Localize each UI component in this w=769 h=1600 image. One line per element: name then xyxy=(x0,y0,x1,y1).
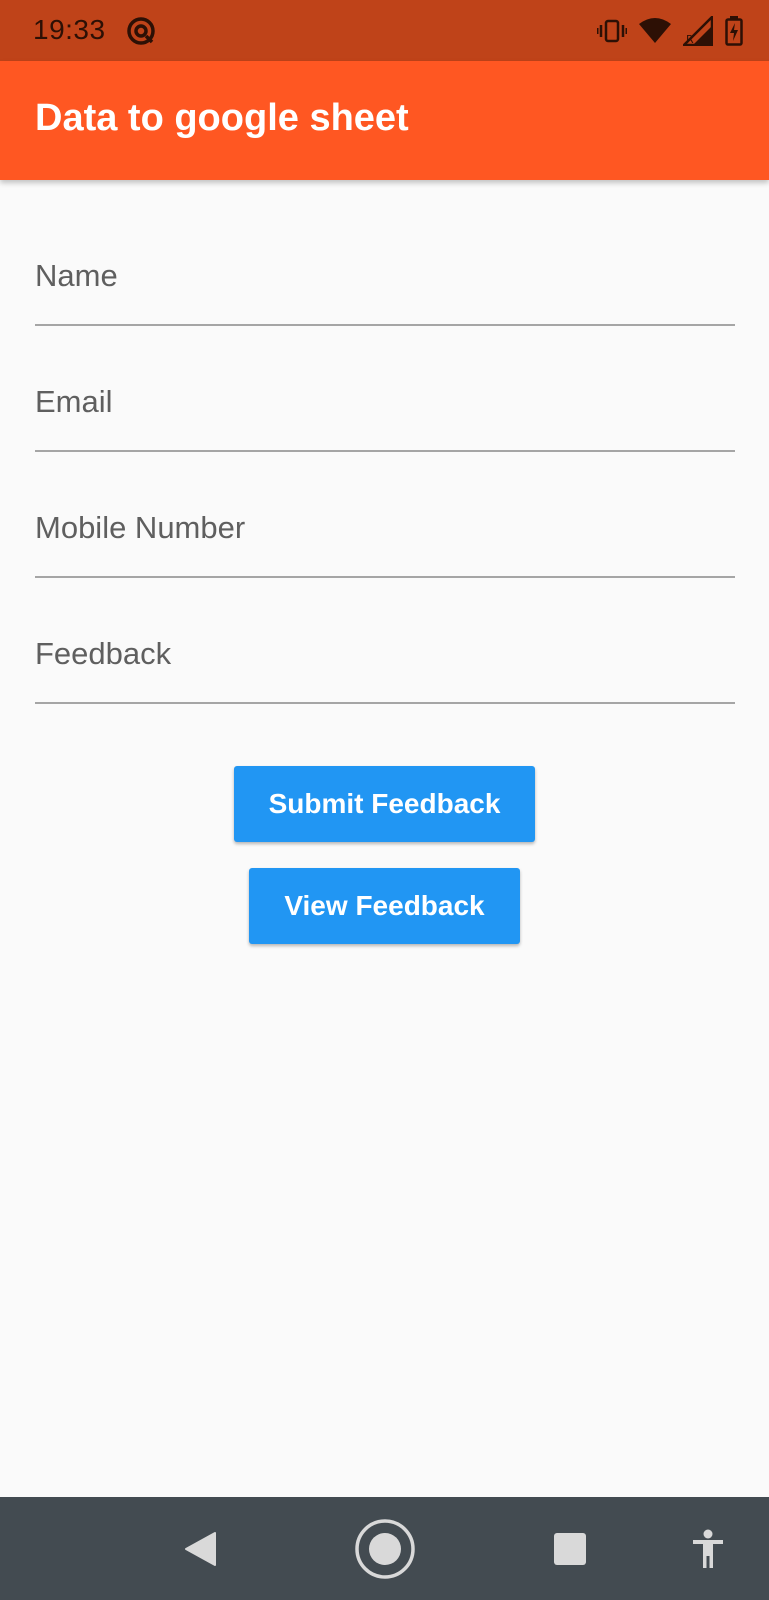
email-input[interactable] xyxy=(35,326,735,450)
back-icon xyxy=(185,1531,216,1566)
vibrate-icon xyxy=(597,19,627,43)
submit-feedback-button[interactable]: Submit Feedback xyxy=(234,766,535,842)
home-button[interactable] xyxy=(350,1497,420,1600)
status-icons: R xyxy=(597,14,743,48)
feedback-form: Name Email Mobile Number Feedback xyxy=(35,200,735,704)
home-icon xyxy=(355,1518,415,1579)
navigation-bar xyxy=(0,1497,769,1600)
app-title: Data to google sheet xyxy=(35,97,409,139)
wifi-icon xyxy=(639,18,671,43)
name-input[interactable] xyxy=(35,200,735,324)
signal-roaming-icon: R xyxy=(683,16,713,46)
app-screen: 19:33 R Data to google sheet Name Email … xyxy=(0,0,769,1600)
recents-button[interactable] xyxy=(540,1497,600,1600)
name-field[interactable]: Name xyxy=(35,200,735,326)
status-time: 19:33 xyxy=(33,14,106,45)
status-bar: 19:33 R xyxy=(0,0,769,61)
accessibility-icon xyxy=(692,1529,723,1568)
battery-charging-icon xyxy=(725,16,743,46)
view-feedback-button[interactable]: View Feedback xyxy=(249,868,520,944)
at-sign-icon xyxy=(127,17,155,45)
email-field[interactable]: Email xyxy=(35,326,735,452)
back-button[interactable] xyxy=(170,1497,230,1600)
feedback-input[interactable] xyxy=(35,578,735,702)
mobile-number-field[interactable]: Mobile Number xyxy=(35,452,735,578)
recents-icon xyxy=(554,1532,586,1565)
feedback-field[interactable]: Feedback xyxy=(35,578,735,704)
mobile-number-input[interactable] xyxy=(35,452,735,576)
accessibility-button[interactable] xyxy=(680,1497,735,1600)
svg-text:R: R xyxy=(686,33,694,46)
app-bar: Data to google sheet xyxy=(0,61,769,180)
